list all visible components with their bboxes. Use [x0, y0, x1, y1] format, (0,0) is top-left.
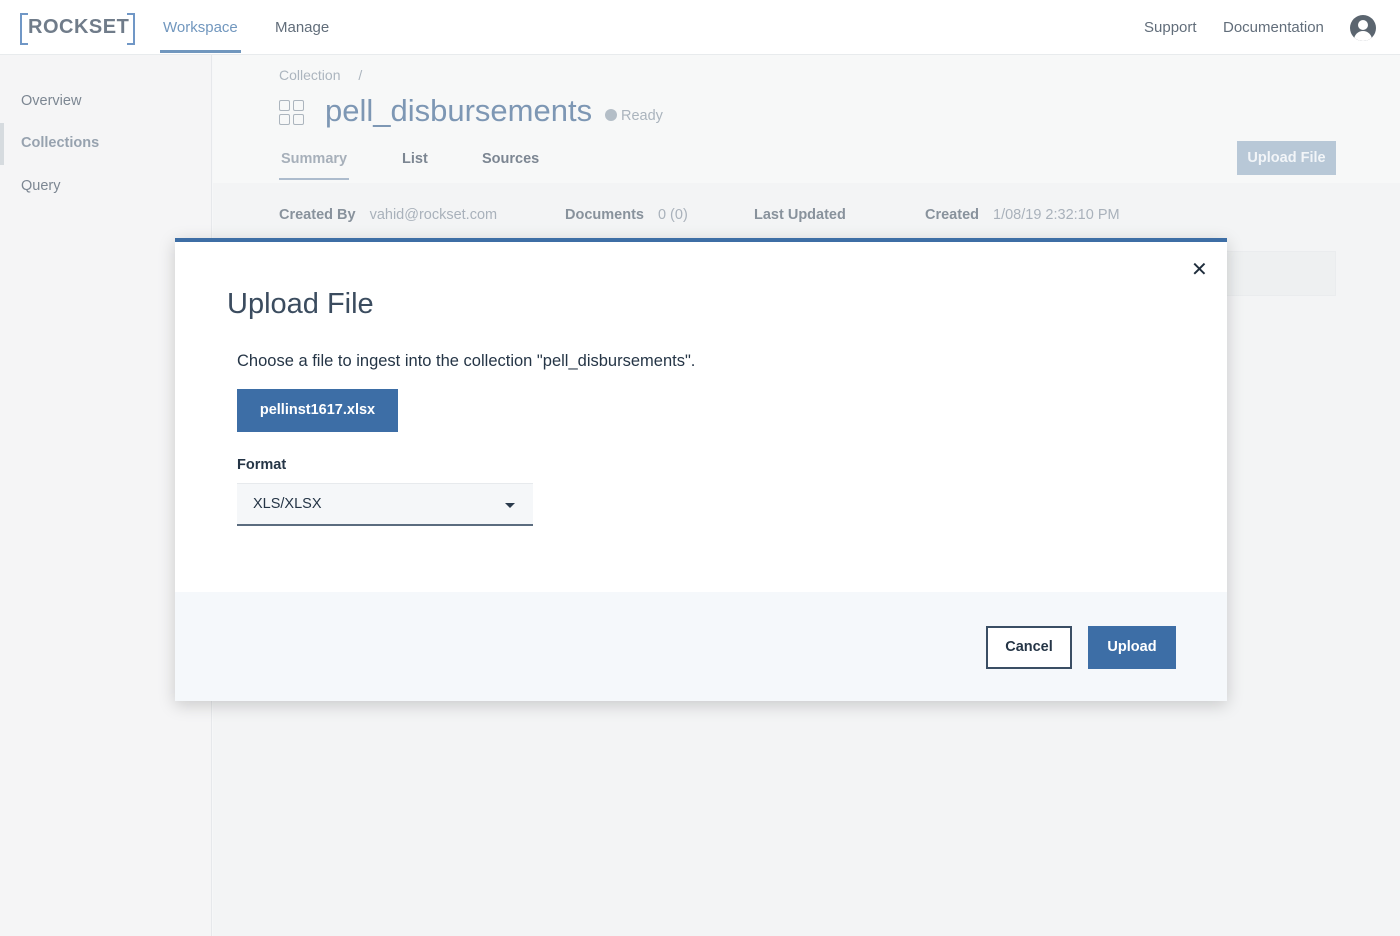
upload-file-modal: ✕ Upload File Choose a file to ingest in…	[175, 238, 1227, 701]
modal-description: Choose a file to ingest into the collect…	[237, 352, 696, 370]
modal-footer: Cancel Upload	[175, 592, 1227, 701]
modal-title: Upload File	[227, 288, 374, 320]
cancel-button[interactable]: Cancel	[986, 626, 1072, 669]
format-selected-value: XLS/XLSX	[253, 496, 322, 512]
close-icon[interactable]: ✕	[1191, 260, 1208, 280]
choose-file-button[interactable]: pellinst1617.xlsx	[237, 389, 398, 432]
format-select[interactable]: XLS/XLSX	[237, 483, 533, 526]
format-label: Format	[237, 457, 287, 473]
chevron-down-icon	[505, 503, 515, 508]
upload-button[interactable]: Upload	[1088, 626, 1176, 669]
